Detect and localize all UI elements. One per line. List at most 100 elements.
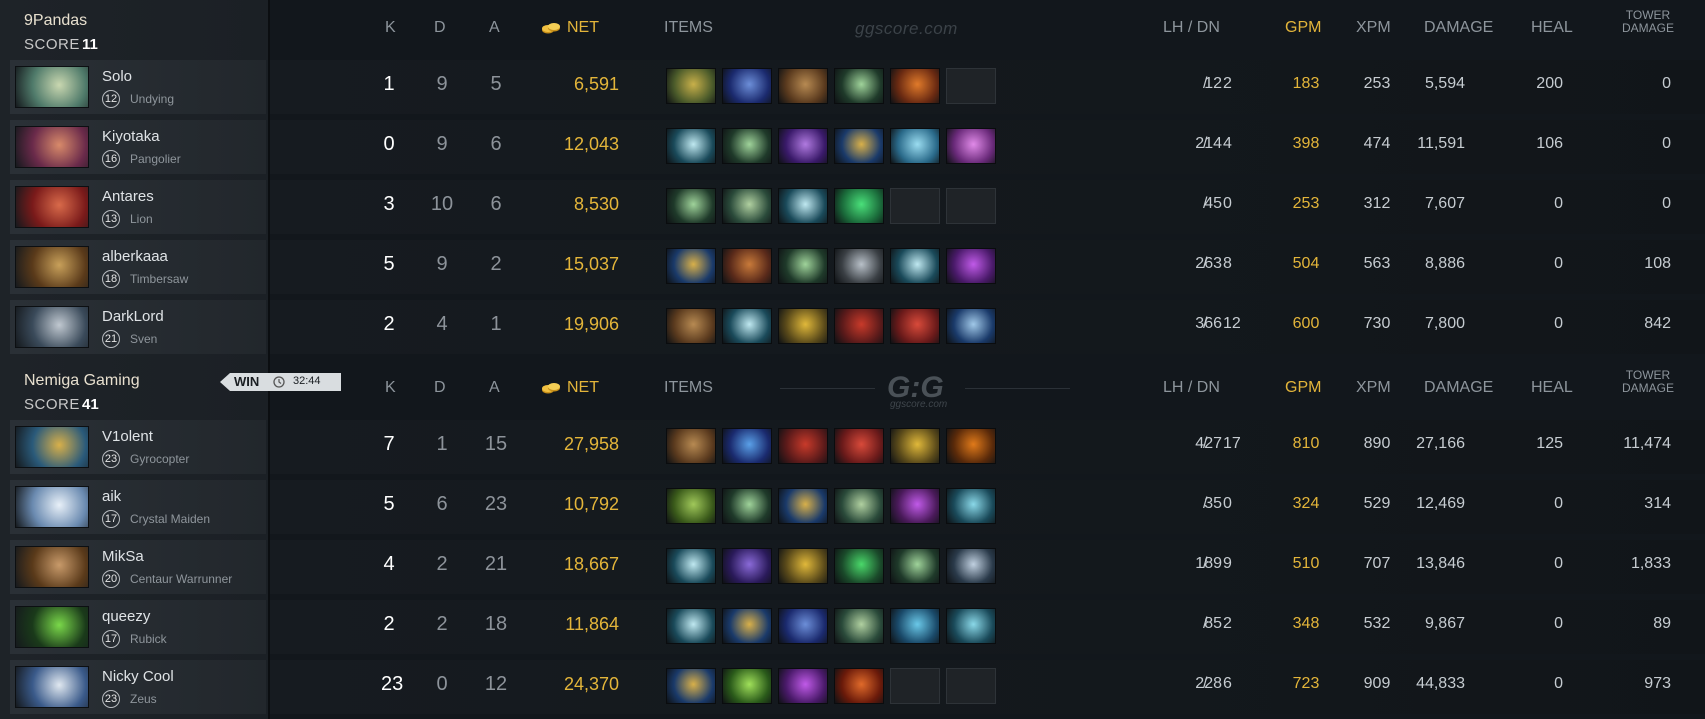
hero-portrait[interactable] — [15, 546, 89, 588]
player-name[interactable]: Solo — [102, 68, 132, 85]
item-icon[interactable] — [946, 488, 996, 524]
item-icon[interactable] — [834, 668, 884, 704]
lh-dn-separator: / — [1203, 615, 1208, 632]
item-icon[interactable] — [722, 548, 772, 584]
item-icon[interactable] — [890, 308, 940, 344]
kills-value: 0 — [383, 133, 395, 155]
item-icon[interactable] — [666, 128, 716, 164]
item-icon[interactable] — [778, 248, 828, 284]
item-icon[interactable] — [778, 548, 828, 584]
player-card[interactable]: queezy 17 Rubick — [10, 600, 266, 654]
hero-portrait[interactable] — [15, 486, 89, 528]
player-card[interactable]: Antares 13 Lion — [10, 180, 266, 234]
hero-portrait[interactable] — [15, 606, 89, 648]
player-card[interactable]: Nicky Cool 23 Zeus — [10, 660, 266, 714]
item-icon[interactable] — [890, 548, 940, 584]
player-card[interactable]: alberkaaa 18 Timbersaw — [10, 240, 266, 294]
hero-portrait[interactable] — [15, 246, 89, 288]
item-icon[interactable] — [946, 548, 996, 584]
net-worth-value: 19,906 — [563, 314, 619, 334]
hero-level-badge: 12 — [102, 90, 120, 108]
item-icon[interactable] — [666, 188, 716, 224]
item-icon[interactable] — [722, 248, 772, 284]
player-card[interactable]: DarkLord 21 Sven — [10, 300, 266, 354]
player-name[interactable]: Nicky Cool — [102, 668, 174, 685]
item-icon[interactable] — [890, 488, 940, 524]
player-name[interactable]: V1olent — [102, 428, 153, 445]
player-card[interactable]: Kiyotaka 16 Pangolier — [10, 120, 266, 174]
kills-value: 2 — [383, 313, 395, 335]
hero-portrait[interactable] — [15, 666, 89, 708]
item-icon[interactable] — [666, 68, 716, 104]
item-icon[interactable] — [946, 128, 996, 164]
player-card[interactable]: V1olent 23 Gyrocopter — [10, 420, 266, 474]
heal-value: 0 — [1554, 555, 1563, 572]
item-icon[interactable] — [722, 488, 772, 524]
player-name[interactable]: MikSa — [102, 548, 144, 565]
item-icon[interactable] — [946, 248, 996, 284]
hero-portrait[interactable] — [15, 426, 89, 468]
player-name[interactable]: DarkLord — [102, 308, 164, 325]
item-icon[interactable] — [778, 308, 828, 344]
item-icon[interactable] — [834, 308, 884, 344]
item-icon[interactable] — [778, 188, 828, 224]
player-name[interactable]: Antares — [102, 188, 154, 205]
player-name[interactable]: alberkaaa — [102, 248, 168, 265]
hero-portrait[interactable] — [15, 126, 89, 168]
item-icon[interactable] — [946, 308, 996, 344]
item-icon[interactable] — [890, 428, 940, 464]
player-name[interactable]: queezy — [102, 608, 150, 625]
item-icon[interactable] — [778, 668, 828, 704]
item-icon[interactable] — [666, 608, 716, 644]
item-icon[interactable] — [778, 428, 828, 464]
item-icon[interactable] — [722, 608, 772, 644]
item-icon[interactable] — [666, 248, 716, 284]
item-icon[interactable] — [834, 548, 884, 584]
item-icon[interactable] — [778, 488, 828, 524]
tower-damage-value: 1,833 — [1630, 555, 1671, 572]
item-icon[interactable] — [722, 428, 772, 464]
item-icon[interactable] — [666, 308, 716, 344]
deaths-value: 4 — [436, 313, 448, 335]
item-icon[interactable] — [722, 128, 772, 164]
item-icon[interactable] — [778, 68, 828, 104]
item-icon[interactable] — [722, 668, 772, 704]
tower-damage-value: 0 — [1662, 75, 1671, 92]
item-icon[interactable] — [834, 68, 884, 104]
item-icon[interactable] — [834, 248, 884, 284]
hero-level-badge: 18 — [102, 270, 120, 288]
item-icon[interactable] — [890, 608, 940, 644]
item-icon[interactable] — [834, 428, 884, 464]
item-icon[interactable] — [890, 128, 940, 164]
item-icon[interactable] — [946, 608, 996, 644]
item-icon[interactable] — [834, 188, 884, 224]
item-icon[interactable] — [666, 488, 716, 524]
item-icon[interactable] — [946, 428, 996, 464]
item-icon[interactable] — [834, 608, 884, 644]
damage-value: 9,867 — [1424, 615, 1465, 632]
col-kills-header: K — [385, 19, 396, 36]
assists-value: 2 — [490, 253, 502, 275]
player-card[interactable]: MikSa 20 Centaur Warrunner — [10, 540, 266, 594]
player-card[interactable]: Solo 12 Undying — [10, 60, 266, 114]
item-icon[interactable] — [666, 548, 716, 584]
player-name[interactable]: Kiyotaka — [102, 128, 160, 145]
item-icon[interactable] — [722, 68, 772, 104]
player-name[interactable]: aik — [102, 488, 121, 505]
player-card[interactable]: aik 17 Crystal Maiden — [10, 480, 266, 534]
item-icon[interactable] — [778, 128, 828, 164]
hero-portrait[interactable] — [15, 306, 89, 348]
item-icon[interactable] — [666, 668, 716, 704]
kills-value: 2 — [383, 613, 395, 635]
item-icon[interactable] — [722, 188, 772, 224]
item-icon[interactable] — [890, 248, 940, 284]
item-icon[interactable] — [834, 128, 884, 164]
hero-portrait[interactable] — [15, 66, 89, 108]
item-icon[interactable] — [890, 68, 940, 104]
item-icon[interactable] — [778, 608, 828, 644]
item-icon[interactable] — [834, 488, 884, 524]
item-icon[interactable] — [666, 428, 716, 464]
lh-dn-separator: / — [1203, 255, 1208, 272]
hero-portrait[interactable] — [15, 186, 89, 228]
item-icon[interactable] — [722, 308, 772, 344]
